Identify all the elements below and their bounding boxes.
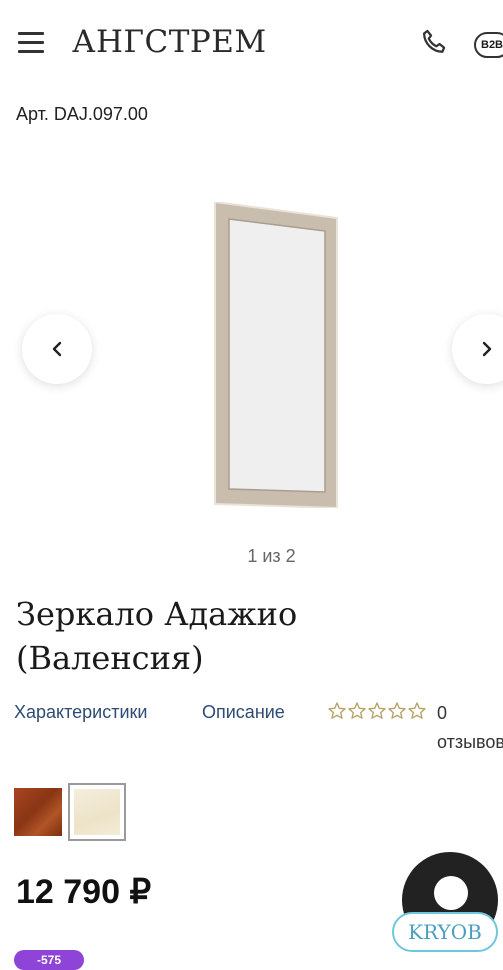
phone-icon[interactable]	[418, 26, 452, 60]
article-number: Арт. DAJ.097.00	[16, 104, 148, 124]
brand-logo[interactable]: АНГСТРЕМ	[72, 24, 267, 60]
product-gallery	[0, 150, 503, 530]
tab-description[interactable]: Описание	[202, 702, 285, 723]
promo-badge: -575	[14, 950, 84, 970]
color-swatch-light	[74, 789, 120, 835]
tab-characteristics[interactable]: Характеристики	[14, 702, 147, 723]
color-swatch-light-selected[interactable]	[68, 783, 126, 841]
product-price: 12 790 ₽	[16, 873, 152, 911]
rating-value: 0	[437, 703, 448, 723]
watermark-logo: KRYOB	[392, 912, 498, 952]
gallery-next-button[interactable]	[452, 314, 503, 384]
star-icon	[328, 702, 346, 719]
image-counter: 1 из 2	[247, 546, 296, 566]
star-icon	[348, 702, 366, 719]
gallery-prev-button[interactable]	[22, 314, 92, 384]
star-icon	[368, 702, 386, 719]
star-icon	[408, 702, 426, 719]
chevron-right-icon	[482, 341, 492, 357]
product-image	[214, 202, 338, 508]
app-header: АНГСТРЕМ B2B	[0, 0, 503, 88]
chat-icon	[434, 876, 468, 910]
star-icon	[388, 702, 406, 719]
menu-icon[interactable]	[16, 30, 46, 56]
color-swatch-walnut[interactable]	[14, 788, 62, 836]
chevron-left-icon	[52, 341, 62, 357]
reviews-link[interactable]: отзывов	[437, 732, 503, 753]
product-title: Зеркало Адажио (Валенсия)	[16, 595, 298, 677]
rating-stars[interactable]	[326, 700, 436, 729]
b2b-icon[interactable]: B2B	[474, 32, 503, 58]
